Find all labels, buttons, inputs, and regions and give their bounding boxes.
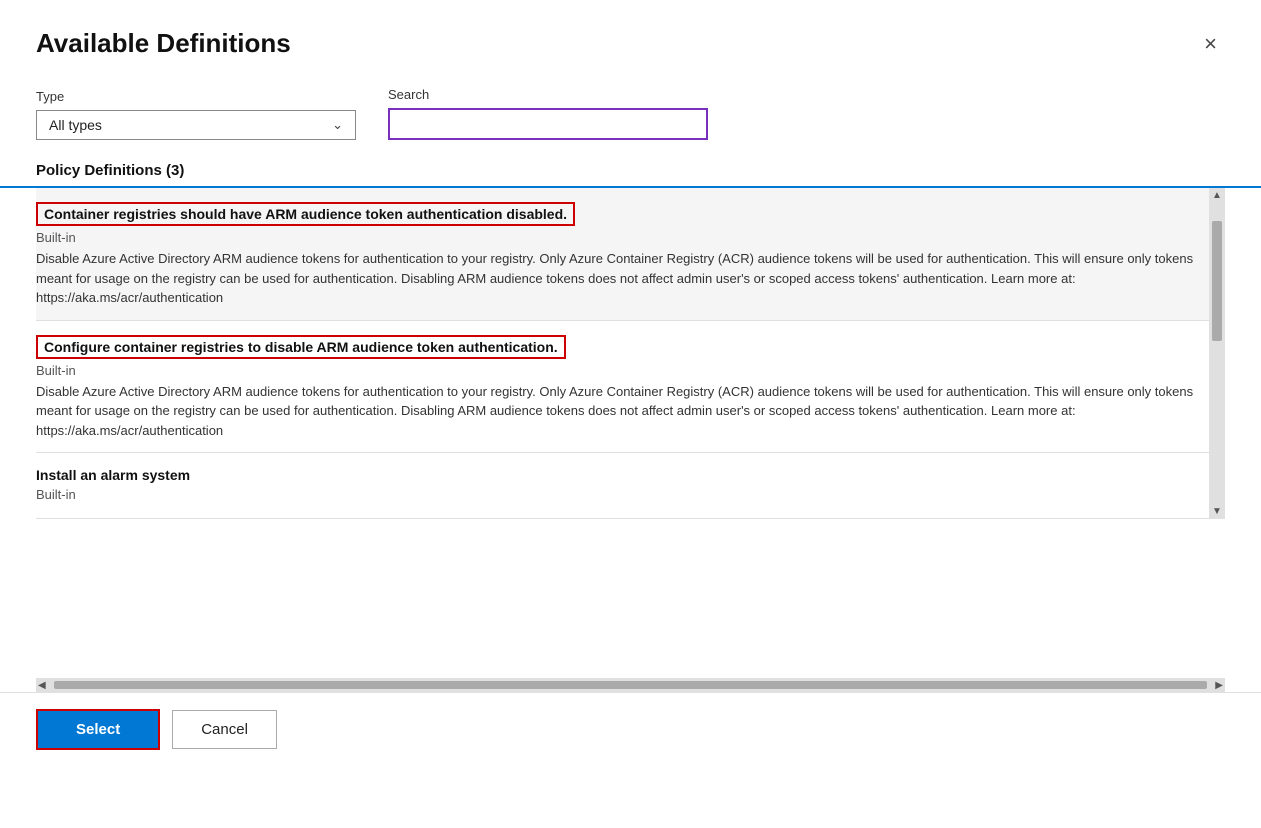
scroll-down-arrow[interactable]: ▼ [1209, 504, 1225, 519]
scroll-up-arrow[interactable]: ▲ [1209, 188, 1225, 203]
cancel-button[interactable]: Cancel [172, 710, 277, 749]
close-button[interactable]: × [1196, 29, 1225, 59]
vertical-scrollbar[interactable]: ▲ ▼ [1209, 188, 1225, 519]
available-definitions-dialog: Available Definitions × Type All types ⌄… [0, 0, 1261, 828]
list-outer: Container registries should have ARM aud… [36, 188, 1225, 519]
search-filter-group: Search [388, 87, 708, 140]
h-scrollbar-thumb[interactable] [54, 681, 1208, 689]
section-header: Policy Definitions (3) [0, 154, 1261, 188]
policy-title: Configure container registries to disabl… [36, 335, 566, 359]
list-inner: Container registries should have ARM aud… [36, 188, 1225, 519]
table-row[interactable]: Configure container registries to disabl… [36, 321, 1221, 454]
policy-title: Install an alarm system [36, 467, 190, 483]
scroll-left-arrow[interactable]: ◀ [36, 680, 48, 691]
dialog-header: Available Definitions × [0, 0, 1261, 69]
scroll-right-arrow[interactable]: ▶ [1213, 680, 1225, 691]
dialog-title: Available Definitions [36, 28, 291, 59]
type-label: Type [36, 89, 356, 104]
search-input[interactable] [388, 108, 708, 140]
horizontal-scrollbar[interactable]: ◀ ▶ [36, 678, 1225, 692]
list-area: Container registries should have ARM aud… [0, 188, 1261, 678]
policy-type: Built-in [36, 487, 1221, 502]
table-row[interactable]: Container registries should have ARM aud… [36, 188, 1221, 321]
policy-type: Built-in [36, 363, 1221, 378]
scrollbar-thumb[interactable] [1212, 221, 1222, 341]
table-row[interactable]: Install an alarm system Built-in [36, 453, 1221, 519]
section-title: Policy Definitions (3) [36, 162, 184, 186]
filters-row: Type All types ⌄ Search [0, 69, 1261, 154]
policy-description: Disable Azure Active Directory ARM audie… [36, 382, 1221, 441]
policy-title: Container registries should have ARM aud… [36, 202, 575, 226]
type-value: All types [49, 117, 102, 133]
policy-type: Built-in [36, 230, 1221, 245]
chevron-down-icon: ⌄ [332, 117, 343, 133]
search-label: Search [388, 87, 708, 102]
dialog-footer: Select Cancel [0, 692, 1261, 774]
policy-description: Disable Azure Active Directory ARM audie… [36, 249, 1221, 308]
type-filter-group: Type All types ⌄ [36, 89, 356, 140]
select-button[interactable]: Select [36, 709, 160, 750]
type-select[interactable]: All types ⌄ [36, 110, 356, 140]
